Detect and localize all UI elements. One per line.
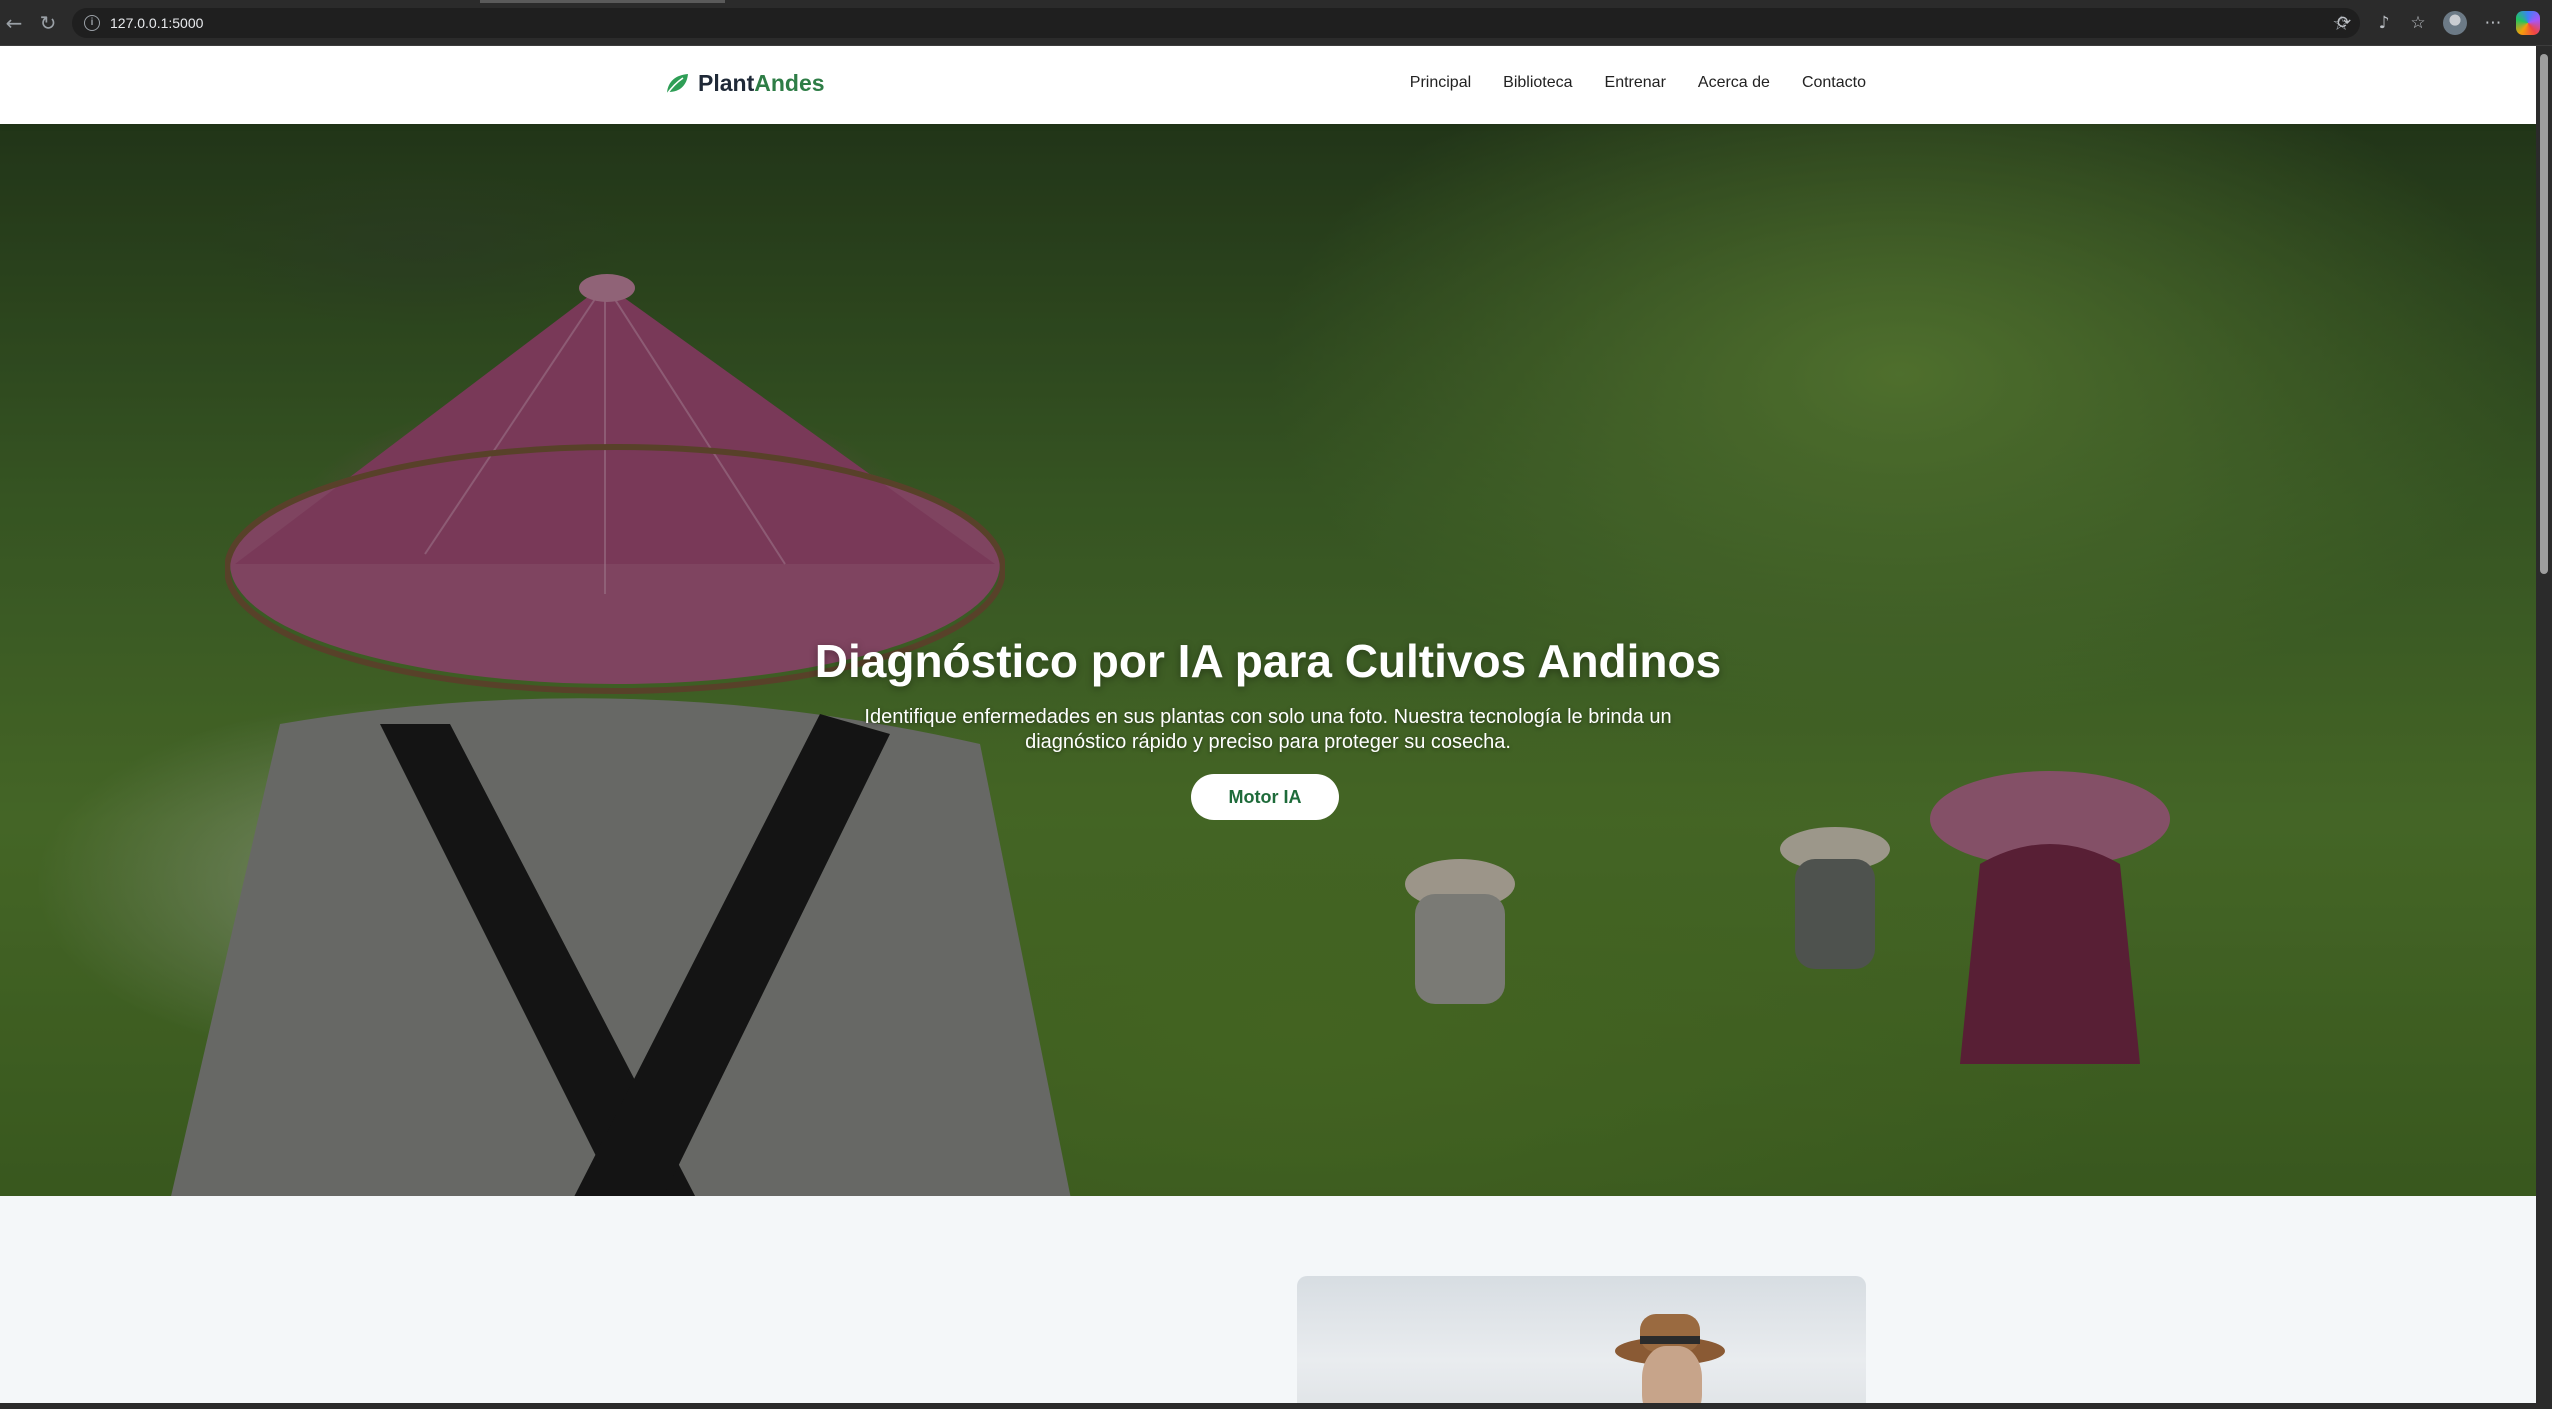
site-info-icon[interactable]: i	[84, 15, 100, 31]
nav-link-entrenar[interactable]: Entrenar	[1605, 74, 1666, 92]
hero-section: Diagnóstico por IA para Cultivos Andinos…	[0, 124, 2536, 1196]
url-text[interactable]: 127.0.0.1:5000	[110, 15, 203, 31]
window-bottom-edge	[0, 1403, 2552, 1409]
features-section	[0, 1196, 2536, 1403]
favorites-icon[interactable]: ☆	[2405, 10, 2431, 36]
feature-card-image	[1297, 1276, 1866, 1403]
scrollbar-thumb[interactable]	[2540, 54, 2548, 574]
profile-avatar[interactable]	[2443, 11, 2467, 35]
brand-name-part1: Plant	[698, 70, 755, 96]
farmer-face	[1642, 1346, 1702, 1403]
leaf-icon	[666, 73, 688, 94]
copilot-icon[interactable]	[2516, 11, 2540, 35]
reload-icon[interactable]: ↻	[34, 9, 62, 37]
hero-title: Diagnóstico por IA para Cultivos Andinos	[814, 635, 1722, 687]
page-viewport: Plant Andes Principal Biblioteca Entrenar…	[0, 46, 2536, 1403]
brand-name-part2: Andes	[754, 70, 825, 96]
browser-toolbar: ← ↻ i 127.0.0.1:5000 ☆ ⟳ ♪ ☆ ⋯	[0, 0, 2552, 46]
refresh-extension-icon[interactable]: ⟳	[2331, 10, 2357, 36]
nav-link-biblioteca[interactable]: Biblioteca	[1503, 74, 1572, 92]
motor-ia-button[interactable]: Motor IA	[1191, 774, 1339, 820]
more-menu-icon[interactable]: ⋯	[2480, 10, 2506, 36]
page-scrollbar[interactable]	[2536, 46, 2552, 1403]
active-tab-indicator	[480, 0, 725, 3]
site-navbar: Plant Andes Principal Biblioteca Entrenar…	[0, 46, 2536, 124]
nav-link-contacto[interactable]: Contacto	[1802, 74, 1866, 92]
address-bar[interactable]: i 127.0.0.1:5000 ☆	[72, 8, 2360, 38]
hero-subtitle: Identifique enfermedades en sus plantas …	[864, 706, 1672, 753]
read-aloud-icon[interactable]: ♪	[2371, 10, 2397, 36]
back-icon[interactable]: ←	[0, 9, 28, 37]
nav-link-principal[interactable]: Principal	[1410, 74, 1471, 92]
nav-link-acerca-de[interactable]: Acerca de	[1698, 74, 1770, 92]
main-nav: Principal Biblioteca Entrenar Acerca de …	[1410, 74, 1866, 92]
brand-logo[interactable]: Plant Andes	[664, 70, 825, 97]
